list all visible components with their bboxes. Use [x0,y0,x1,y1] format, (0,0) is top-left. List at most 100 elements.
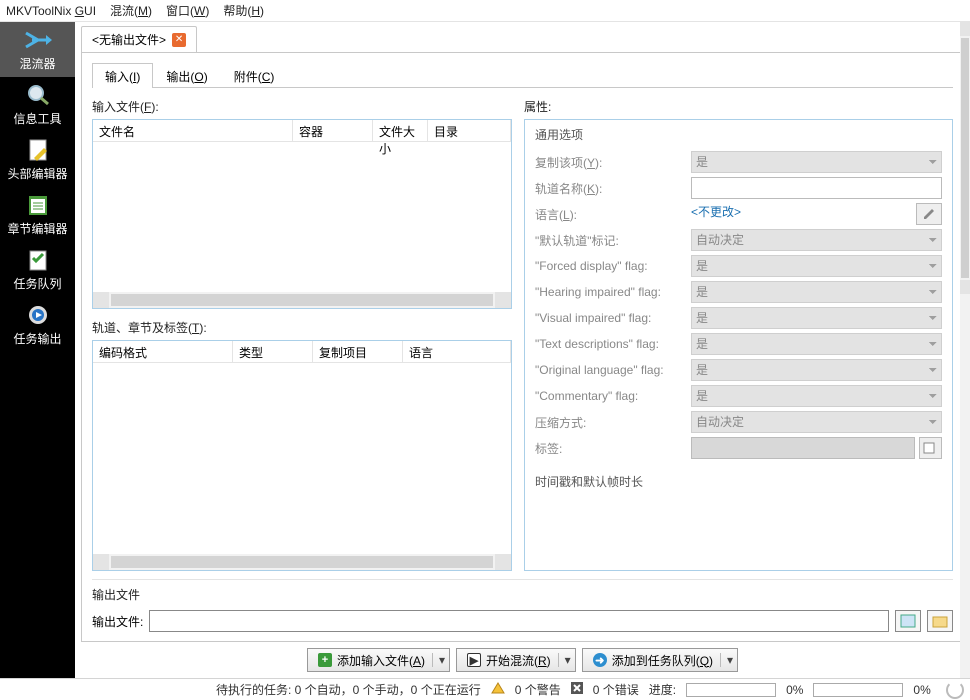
error-icon [571,682,583,697]
sel-compression[interactable]: 自动决定 [691,411,942,433]
input-files-list[interactable]: 文件名 容器 文件大小 目录 [92,119,512,309]
val-language: <不更改> [691,203,912,225]
add-to-queue-button[interactable]: ➜ 添加到任务队列(Q) ▾ [582,648,738,672]
col-container[interactable]: 容器 [293,120,373,141]
notepad-icon [23,192,53,218]
save-icon [900,614,916,628]
main-panel: <无输出文件> ✕ 输入(I) 输出(O) 附件(C) 输入文件(F): 文件名… [75,22,970,678]
chevron-down-icon[interactable]: ▾ [720,653,733,667]
main-vscrollbar[interactable] [960,22,970,678]
nav-muxer[interactable]: 混流器 [0,22,75,77]
lbl-language: 语言(L): [535,206,685,223]
tab-input[interactable]: 输入(I) [92,63,153,88]
nav-label: 任务输出 [13,330,61,347]
col-lang[interactable]: 语言 [403,341,511,362]
tracks-list[interactable]: 编码格式 类型 复制项目 语言 [92,340,512,571]
lbl-compression: 压缩方式: [535,414,685,431]
inp-tags[interactable] [691,437,915,459]
output-section: 输出文件 输出文件: [92,579,953,635]
status-pct-total: 0% [913,683,930,697]
status-progress-label: 进度: [649,681,676,698]
left-nav: 混流器 信息工具 头部编辑器 章节编辑器 任务队列 [0,22,75,678]
file-tab[interactable]: <无输出文件> ✕ [81,26,197,52]
status-errors: 0 个错误 [593,681,639,698]
sel-copy-track[interactable]: 是 [691,151,942,173]
status-bar: 待执行的任务: 0 个自动，0 个手动，0 个正在运行 0 个警告 0 个错误 … [0,678,970,700]
status-pct-current: 0% [786,683,803,697]
magnifier-icon [23,82,53,108]
lbl-tags: 标签: [535,440,685,457]
nav-info[interactable]: 信息工具 [0,77,75,132]
hscrollbar[interactable] [93,554,511,570]
sub-tabs: 输入(I) 输出(O) 附件(C) [92,63,953,88]
menu-bar: MKVToolNix GUI 混流(M) 窗口(W) 帮助(H) [0,0,970,22]
output-file-input[interactable] [149,610,889,632]
sel-textdesc-flag[interactable]: 是 [691,333,942,355]
action-bar: + 添加输入文件(A) ▾ ▶ 开始混流(R) ▾ ➜ 添加到任务队列(Q) ▾ [81,642,964,678]
lbl-default-flag: "默认轨道"标记: [535,232,685,249]
edit-page-icon [23,137,53,163]
merge-icon [23,27,53,53]
lbl-copy-track: 复制该项(Y): [535,154,685,171]
sel-visual-flag[interactable]: 是 [691,307,942,329]
recent-output-button[interactable] [927,610,953,632]
chevron-down-icon[interactable]: ▾ [432,653,445,667]
menu-app[interactable]: MKVToolNix GUI [6,4,96,18]
input-files-label: 输入文件(F): [92,98,512,115]
output-section-label: 输出文件 [92,586,953,603]
browse-output-button[interactable] [895,610,921,632]
nav-job-queue[interactable]: 任务队列 [0,242,75,297]
col-filename[interactable]: 文件名 [93,120,293,141]
close-icon[interactable]: ✕ [172,33,186,47]
chevron-down-icon[interactable]: ▾ [558,653,571,667]
tab-attachments[interactable]: 附件(C) [221,63,288,88]
properties-panel: 通用选项 复制该项(Y): 是 轨道名称(K): 语言(L): [524,119,953,571]
folder-icon [932,614,948,628]
warning-icon [491,682,505,697]
nav-label: 信息工具 [13,110,61,127]
file-tab-label: <无输出文件> [92,31,166,48]
sel-commentary-flag[interactable]: 是 [691,385,942,407]
inp-track-name[interactable] [691,177,942,199]
menu-window[interactable]: 窗口(W) [166,2,209,19]
col-size[interactable]: 文件大小 [373,120,428,141]
status-pending: 待执行的任务: 0 个自动，0 个手动，0 个正在运行 [216,681,481,698]
menu-mux[interactable]: 混流(M) [110,2,152,19]
col-codec[interactable]: 编码格式 [93,341,233,362]
sel-default-flag[interactable]: 自动决定 [691,229,942,251]
col-copy[interactable]: 复制项目 [313,341,403,362]
output-file-label: 输出文件: [92,613,143,630]
start-mux-button[interactable]: ▶ 开始混流(R) ▾ [456,648,576,672]
nav-label: 任务队列 [13,275,61,292]
col-dir[interactable]: 目录 [428,120,511,141]
progress-bar-total [813,683,903,697]
nav-header-editor[interactable]: 头部编辑器 [0,132,75,187]
lbl-visual-flag: "Visual impaired" flag: [535,311,685,325]
nav-chapter-editor[interactable]: 章节编辑器 [0,187,75,242]
browse-tags-button[interactable] [919,437,942,459]
col-type[interactable]: 类型 [233,341,313,362]
lbl-track-name: 轨道名称(K): [535,180,685,197]
lbl-forced-flag: "Forced display" flag: [535,259,685,273]
tab-output[interactable]: 输出(O) [153,63,220,88]
tracks-label: 轨道、章节及标签(T): [92,319,512,336]
queue-icon: ➜ [593,653,607,667]
edit-language-button[interactable] [916,203,942,225]
add-input-button[interactable]: + 添加输入文件(A) ▾ [307,648,450,672]
lbl-textdesc-flag: "Text descriptions" flag: [535,337,685,351]
sel-hearing-flag[interactable]: 是 [691,281,942,303]
file-tabs: <无输出文件> ✕ [81,26,964,52]
checklist-icon [23,247,53,273]
progress-bar-current [686,683,776,697]
nav-label: 章节编辑器 [7,220,67,237]
group-timing: 时间戳和默认帧时长 [535,473,942,490]
sel-forced-flag[interactable]: 是 [691,255,942,277]
plus-icon: + [318,653,332,667]
nav-label: 混流器 [19,55,55,72]
menu-help[interactable]: 帮助(H) [223,2,264,19]
hscrollbar[interactable] [93,292,511,308]
nav-job-output[interactable]: 任务输出 [0,297,75,352]
group-general: 通用选项 [535,126,942,143]
sel-origlang-flag[interactable]: 是 [691,359,942,381]
play-icon: ▶ [467,653,481,667]
